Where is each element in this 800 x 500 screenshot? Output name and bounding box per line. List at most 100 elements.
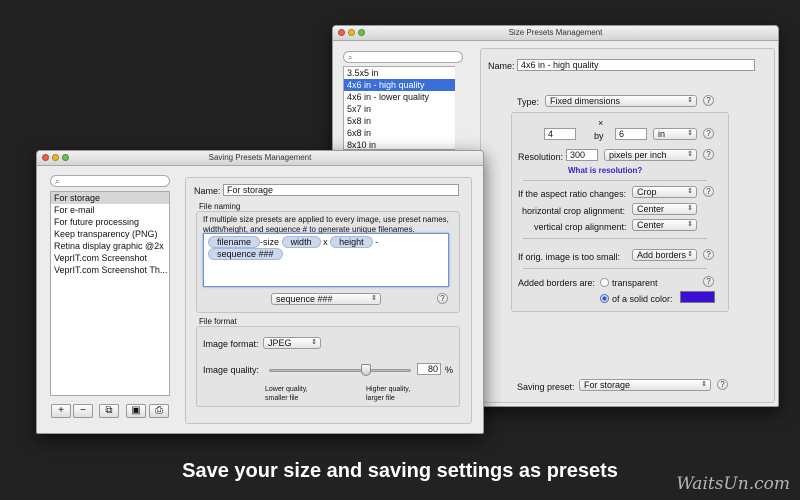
solid-color-radio[interactable] xyxy=(600,294,609,303)
chevron-updown-icon: ⇕ xyxy=(687,221,693,228)
resolution-label: Resolution: xyxy=(518,152,564,162)
solid-color-radio-label: of a solid color: xyxy=(612,294,673,304)
x-text: x xyxy=(323,237,328,247)
file-naming-help: If multiple size presets are applied to … xyxy=(203,215,449,234)
sequence-token[interactable]: sequence ### xyxy=(208,248,283,260)
type-popup[interactable]: Fixed dimensions ⇕ xyxy=(545,95,697,107)
chevron-updown-icon: ⇕ xyxy=(687,188,693,195)
help-button[interactable]: ? xyxy=(717,379,728,390)
minimize-button[interactable] xyxy=(348,29,355,36)
size-preset-list-item[interactable]: 6x8 in xyxy=(344,127,455,139)
close-button[interactable] xyxy=(338,29,345,36)
name-label: Name: xyxy=(194,186,221,196)
hcrop-label: horizontal crop alignment: xyxy=(522,206,626,216)
transparent-radio[interactable] xyxy=(600,278,609,287)
search-input[interactable]: ⌕ xyxy=(343,51,463,63)
saving-preset-popup[interactable]: For storage ⇕ xyxy=(579,379,711,391)
help-button[interactable]: ? xyxy=(703,95,714,106)
saving-preset-list-item[interactable]: VeprIT.com Screenshot Th... xyxy=(51,264,169,276)
search-icon: ⌕ xyxy=(55,177,60,186)
size-preset-list-item[interactable]: 3.5x5 in xyxy=(344,67,455,79)
chevron-updown-icon: ⇕ xyxy=(687,205,693,212)
size-preset-list-item[interactable]: 5x7 in xyxy=(344,103,455,115)
name-field[interactable]: For storage xyxy=(223,184,459,196)
name-field[interactable]: 4x6 in - high quality xyxy=(517,59,755,71)
times-symbol: × xyxy=(598,118,604,128)
saving-preset-list-item[interactable]: Retina display graphic @2x xyxy=(51,240,169,252)
chevron-updown-icon: ⇕ xyxy=(311,339,317,346)
close-button[interactable] xyxy=(42,154,49,161)
search-icon: ⌕ xyxy=(348,53,353,62)
chevron-updown-icon: ⇕ xyxy=(687,97,693,104)
remove-preset-button[interactable]: − xyxy=(73,404,93,418)
export-preset-button[interactable]: ⎙ xyxy=(149,404,169,418)
unit-popup[interactable]: in ⇕ xyxy=(653,128,697,140)
help-button[interactable]: ? xyxy=(703,128,714,139)
help-button[interactable]: ? xyxy=(703,276,714,287)
chevron-updown-icon: ⇕ xyxy=(687,151,693,158)
filename-template-field[interactable]: filename -size width x height - sequence … xyxy=(203,233,449,287)
window-controls xyxy=(42,154,69,161)
chevron-updown-icon: ⇕ xyxy=(687,251,693,258)
size-text: -size xyxy=(260,237,280,247)
image-format-popup[interactable]: JPEG ⇕ xyxy=(263,337,321,349)
transparent-radio-label: transparent xyxy=(612,278,658,288)
zoom-button[interactable] xyxy=(62,154,69,161)
saving-presets-titlebar: Saving Presets Management xyxy=(37,151,483,166)
aspect-value: Crop xyxy=(637,187,657,197)
filename-token[interactable]: filename xyxy=(208,236,261,248)
size-preset-list-item[interactable]: 5x8 in xyxy=(344,115,455,127)
dash-text: - xyxy=(375,237,379,247)
width-field[interactable]: 4 xyxy=(544,128,576,140)
height-field[interactable]: 6 xyxy=(615,128,647,140)
minimize-button[interactable] xyxy=(52,154,59,161)
hcrop-value: Center xyxy=(637,204,665,214)
window-title: Size Presets Management xyxy=(508,28,603,37)
lower-quality-label: Lower quality, smaller file xyxy=(265,386,308,402)
name-label: Name: xyxy=(488,61,515,71)
border-color-well[interactable] xyxy=(680,291,715,303)
divider xyxy=(523,268,707,269)
insert-token-popup[interactable]: sequence ### ⇕ xyxy=(271,293,381,305)
saving-preset-list-item[interactable]: For future processing xyxy=(51,216,169,228)
help-button[interactable]: ? xyxy=(703,149,714,160)
quality-field[interactable]: 80 xyxy=(417,363,441,375)
saving-preset-list-item[interactable]: VeprIT.com Screenshot xyxy=(51,252,169,264)
insert-token-value: sequence ### xyxy=(276,294,333,304)
vcrop-popup[interactable]: Center ⇕ xyxy=(632,219,697,231)
aspect-popup[interactable]: Crop ⇕ xyxy=(632,186,697,198)
save-icon: ▣ xyxy=(131,405,141,416)
zoom-button[interactable] xyxy=(358,29,365,36)
height-token[interactable]: height xyxy=(330,236,373,248)
quality-slider-knob[interactable] xyxy=(360,364,371,376)
vcrop-label: vertical crop alignment: xyxy=(534,222,627,232)
too-small-popup[interactable]: Add borders ⇕ xyxy=(632,249,697,261)
hcrop-popup[interactable]: Center ⇕ xyxy=(632,203,697,215)
saving-preset-list-item[interactable]: For e-mail xyxy=(51,204,169,216)
size-preset-list-item[interactable]: 4x6 in - lower quality xyxy=(344,91,455,103)
resolution-link[interactable]: What is resolution? xyxy=(568,166,642,175)
percent-label: % xyxy=(445,365,454,375)
help-button[interactable]: ? xyxy=(703,249,714,260)
duplicate-preset-button[interactable]: ⧉ xyxy=(99,404,119,418)
size-preset-list-item[interactable]: 4x6 in - high quality xyxy=(344,79,455,91)
saving-preset-list-item[interactable]: Keep transparency (PNG) xyxy=(51,228,169,240)
saving-preset-list[interactable]: For storage For e-mail For future processi… xyxy=(50,191,170,396)
resolution-field[interactable]: 300 xyxy=(566,149,598,161)
save-preset-button[interactable]: ▣ xyxy=(126,404,146,418)
type-label: Type: xyxy=(517,97,540,107)
size-preset-list-item[interactable]: 8x10 in xyxy=(344,139,455,149)
by-label: by xyxy=(594,131,604,141)
size-presets-titlebar: Size Presets Management xyxy=(333,26,778,41)
saving-preset-list-item[interactable]: For storage xyxy=(51,192,169,204)
help-button[interactable]: ? xyxy=(437,293,448,304)
add-preset-button[interactable]: + xyxy=(51,404,71,418)
help-button[interactable]: ? xyxy=(703,186,714,197)
quality-slider-track[interactable] xyxy=(269,369,411,372)
width-token[interactable]: width xyxy=(281,236,321,248)
size-preset-list[interactable]: 3.5x5 in 4x6 in - high quality 4x6 in - lo… xyxy=(343,66,455,150)
chevron-updown-icon: ⇕ xyxy=(687,130,693,137)
too-small-value: Add borders xyxy=(637,250,687,260)
search-input[interactable]: ⌕ xyxy=(50,175,170,187)
resolution-unit-popup[interactable]: pixels per inch ⇕ xyxy=(604,149,697,161)
